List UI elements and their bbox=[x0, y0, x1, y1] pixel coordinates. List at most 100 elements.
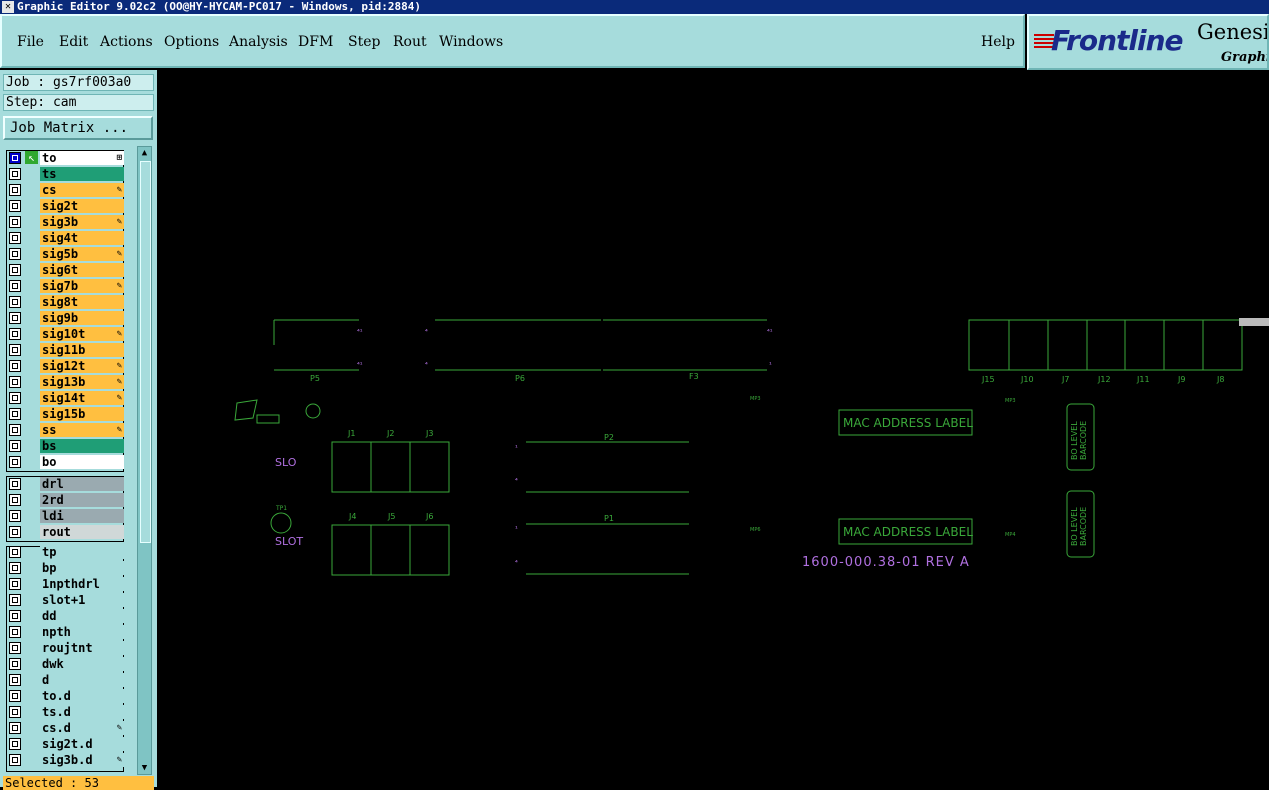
scroll-up-icon[interactable]: ▲ bbox=[139, 147, 150, 159]
layer-name[interactable]: ts.d bbox=[40, 705, 124, 719]
layer-checkbox[interactable] bbox=[9, 200, 21, 212]
layer-name[interactable]: sig4t bbox=[40, 231, 124, 245]
layer-row-sig13b[interactable]: sig13b ✎ bbox=[6, 374, 124, 390]
layer-row-sig2t.d[interactable]: sig2t.d bbox=[6, 736, 124, 752]
layer-name[interactable]: sig12t ✎ bbox=[40, 359, 124, 373]
job-matrix-button[interactable]: Job Matrix ... bbox=[3, 116, 153, 140]
window-menu-icon[interactable]: ✕ bbox=[2, 1, 14, 13]
layer-checkbox[interactable] bbox=[9, 754, 21, 766]
layer-checkbox[interactable] bbox=[9, 216, 21, 228]
layer-checkbox[interactable] bbox=[9, 722, 21, 734]
layer-name[interactable]: bo bbox=[40, 455, 124, 469]
layer-row-sig6t[interactable]: sig6t bbox=[6, 262, 124, 278]
layer-checkbox[interactable] bbox=[9, 392, 21, 404]
layer-row-sig3b.d[interactable]: sig3b.d ✎ bbox=[6, 752, 124, 768]
layer-row-1npthdrl[interactable]: 1npthdrl bbox=[6, 576, 124, 592]
layer-row-to[interactable]: ↖ to ⊞ bbox=[6, 150, 124, 166]
layer-checkbox[interactable] bbox=[9, 610, 21, 622]
layer-row-sig4t[interactable]: sig4t bbox=[6, 230, 124, 246]
layer-row-sig5b[interactable]: sig5b ✎ bbox=[6, 246, 124, 262]
layer-row-cs.d[interactable]: cs.d ✎ bbox=[6, 720, 124, 736]
layer-checkbox[interactable] bbox=[9, 546, 21, 558]
layer-row-ldi[interactable]: ldi bbox=[6, 508, 124, 524]
layer-name[interactable]: cs ✎ bbox=[40, 183, 124, 197]
scroll-down-icon[interactable]: ▼ bbox=[139, 762, 150, 774]
layer-checkbox[interactable] bbox=[9, 296, 21, 308]
layer-row-dwk[interactable]: dwk bbox=[6, 656, 124, 672]
layer-row-sig3b[interactable]: sig3b ✎ bbox=[6, 214, 124, 230]
layer-name[interactable]: npth bbox=[40, 625, 124, 639]
layer-checkbox[interactable] bbox=[9, 658, 21, 670]
layer-scrollbar[interactable]: ▲ ▼ bbox=[137, 146, 152, 775]
menu-rout[interactable]: Rout bbox=[393, 34, 427, 50]
layer-row-rout[interactable]: rout bbox=[6, 524, 124, 540]
layer-checkbox[interactable] bbox=[9, 738, 21, 750]
menu-dfm[interactable]: DFM bbox=[298, 34, 333, 50]
layer-checkbox[interactable] bbox=[9, 184, 21, 196]
layer-checkbox[interactable] bbox=[9, 264, 21, 276]
layer-checkbox[interactable] bbox=[9, 328, 21, 340]
layer-row-sig12t[interactable]: sig12t ✎ bbox=[6, 358, 124, 374]
layer-name[interactable]: to ⊞ bbox=[40, 151, 124, 165]
layer-name[interactable]: sig3b.d ✎ bbox=[40, 753, 124, 767]
layer-checkbox[interactable] bbox=[9, 494, 21, 506]
layer-row-sig7b[interactable]: sig7b ✎ bbox=[6, 278, 124, 294]
layer-name[interactable]: cs.d ✎ bbox=[40, 721, 124, 735]
layer-row-sig2t[interactable]: sig2t bbox=[6, 198, 124, 214]
layer-row-sig9b[interactable]: sig9b bbox=[6, 310, 124, 326]
layer-checkbox[interactable] bbox=[9, 706, 21, 718]
layer-checkbox[interactable] bbox=[9, 248, 21, 260]
layer-name[interactable]: 2rd bbox=[40, 493, 124, 507]
layer-checkbox[interactable] bbox=[9, 642, 21, 654]
menu-analysis[interactable]: Analysis bbox=[229, 34, 288, 50]
window-title-bar[interactable]: ✕ Graphic Editor 9.02c2 (OO@HY-HYCAM-PC01… bbox=[0, 0, 1269, 14]
layer-name[interactable]: d bbox=[40, 673, 124, 687]
layer-checkbox[interactable] bbox=[9, 478, 21, 490]
layer-checkbox[interactable] bbox=[9, 408, 21, 420]
layer-checkbox[interactable] bbox=[9, 168, 21, 180]
layer-checkbox[interactable] bbox=[9, 376, 21, 388]
layer-name[interactable]: sig5b ✎ bbox=[40, 247, 124, 261]
layer-row-drl[interactable]: drl bbox=[6, 476, 124, 492]
layer-checkbox[interactable] bbox=[9, 674, 21, 686]
layer-checkbox[interactable] bbox=[9, 578, 21, 590]
layer-name[interactable]: dwk bbox=[40, 657, 124, 671]
menu-file[interactable]: File bbox=[17, 34, 44, 50]
layer-name[interactable]: sig15b bbox=[40, 407, 124, 421]
layer-name[interactable]: roujtnt bbox=[40, 641, 124, 655]
layer-row-npth[interactable]: npth bbox=[6, 624, 124, 640]
menu-windows[interactable]: Windows bbox=[439, 34, 503, 50]
layer-checkbox[interactable] bbox=[9, 344, 21, 356]
layer-name[interactable]: sig10t ✎ bbox=[40, 327, 124, 341]
layer-row-to.d[interactable]: to.d bbox=[6, 688, 124, 704]
layer-row-bo[interactable]: bo bbox=[6, 454, 124, 470]
scroll-thumb[interactable] bbox=[140, 161, 151, 543]
layer-name[interactable]: drl bbox=[40, 477, 124, 491]
layer-name[interactable]: sig7b ✎ bbox=[40, 279, 124, 293]
layer-row-bs[interactable]: bs bbox=[6, 438, 124, 454]
graphic-canvas[interactable]: ⁴¹ ⁴¹ ⁴ ⁴ ⁴¹ ¹ ¹ ⁴ ¹ ⁴ P5 P6 F3 J15 J10 J7 J1… bbox=[157, 70, 1269, 787]
layer-name[interactable]: sig2t.d bbox=[40, 737, 124, 751]
menu-step[interactable]: Step bbox=[348, 34, 380, 50]
menu-help[interactable]: Help bbox=[981, 34, 1015, 50]
layer-row-slot+1[interactable]: slot+1 bbox=[6, 592, 124, 608]
layer-name[interactable]: rout bbox=[40, 525, 124, 539]
layer-name[interactable]: to.d bbox=[40, 689, 124, 703]
layer-name[interactable]: ss ✎ bbox=[40, 423, 124, 437]
layer-row-sig8t[interactable]: sig8t bbox=[6, 294, 124, 310]
layer-name[interactable]: ldi bbox=[40, 509, 124, 523]
layer-name[interactable]: sig3b ✎ bbox=[40, 215, 124, 229]
layer-row-roujtnt[interactable]: roujtnt bbox=[6, 640, 124, 656]
layer-row-sig11b[interactable]: sig11b bbox=[6, 342, 124, 358]
layer-row-ts.d[interactable]: ts.d bbox=[6, 704, 124, 720]
layer-checkbox[interactable] bbox=[9, 152, 21, 164]
layer-checkbox[interactable] bbox=[9, 440, 21, 452]
layer-name[interactable]: 1npthdrl bbox=[40, 577, 124, 591]
layer-checkbox[interactable] bbox=[9, 312, 21, 324]
layer-checkbox[interactable] bbox=[9, 232, 21, 244]
layer-name[interactable]: bs bbox=[40, 439, 124, 453]
layer-row-sig15b[interactable]: sig15b bbox=[6, 406, 124, 422]
layer-name[interactable]: slot+1 bbox=[40, 593, 124, 607]
layer-checkbox[interactable] bbox=[9, 456, 21, 468]
layer-row-sig14t[interactable]: sig14t ✎ bbox=[6, 390, 124, 406]
